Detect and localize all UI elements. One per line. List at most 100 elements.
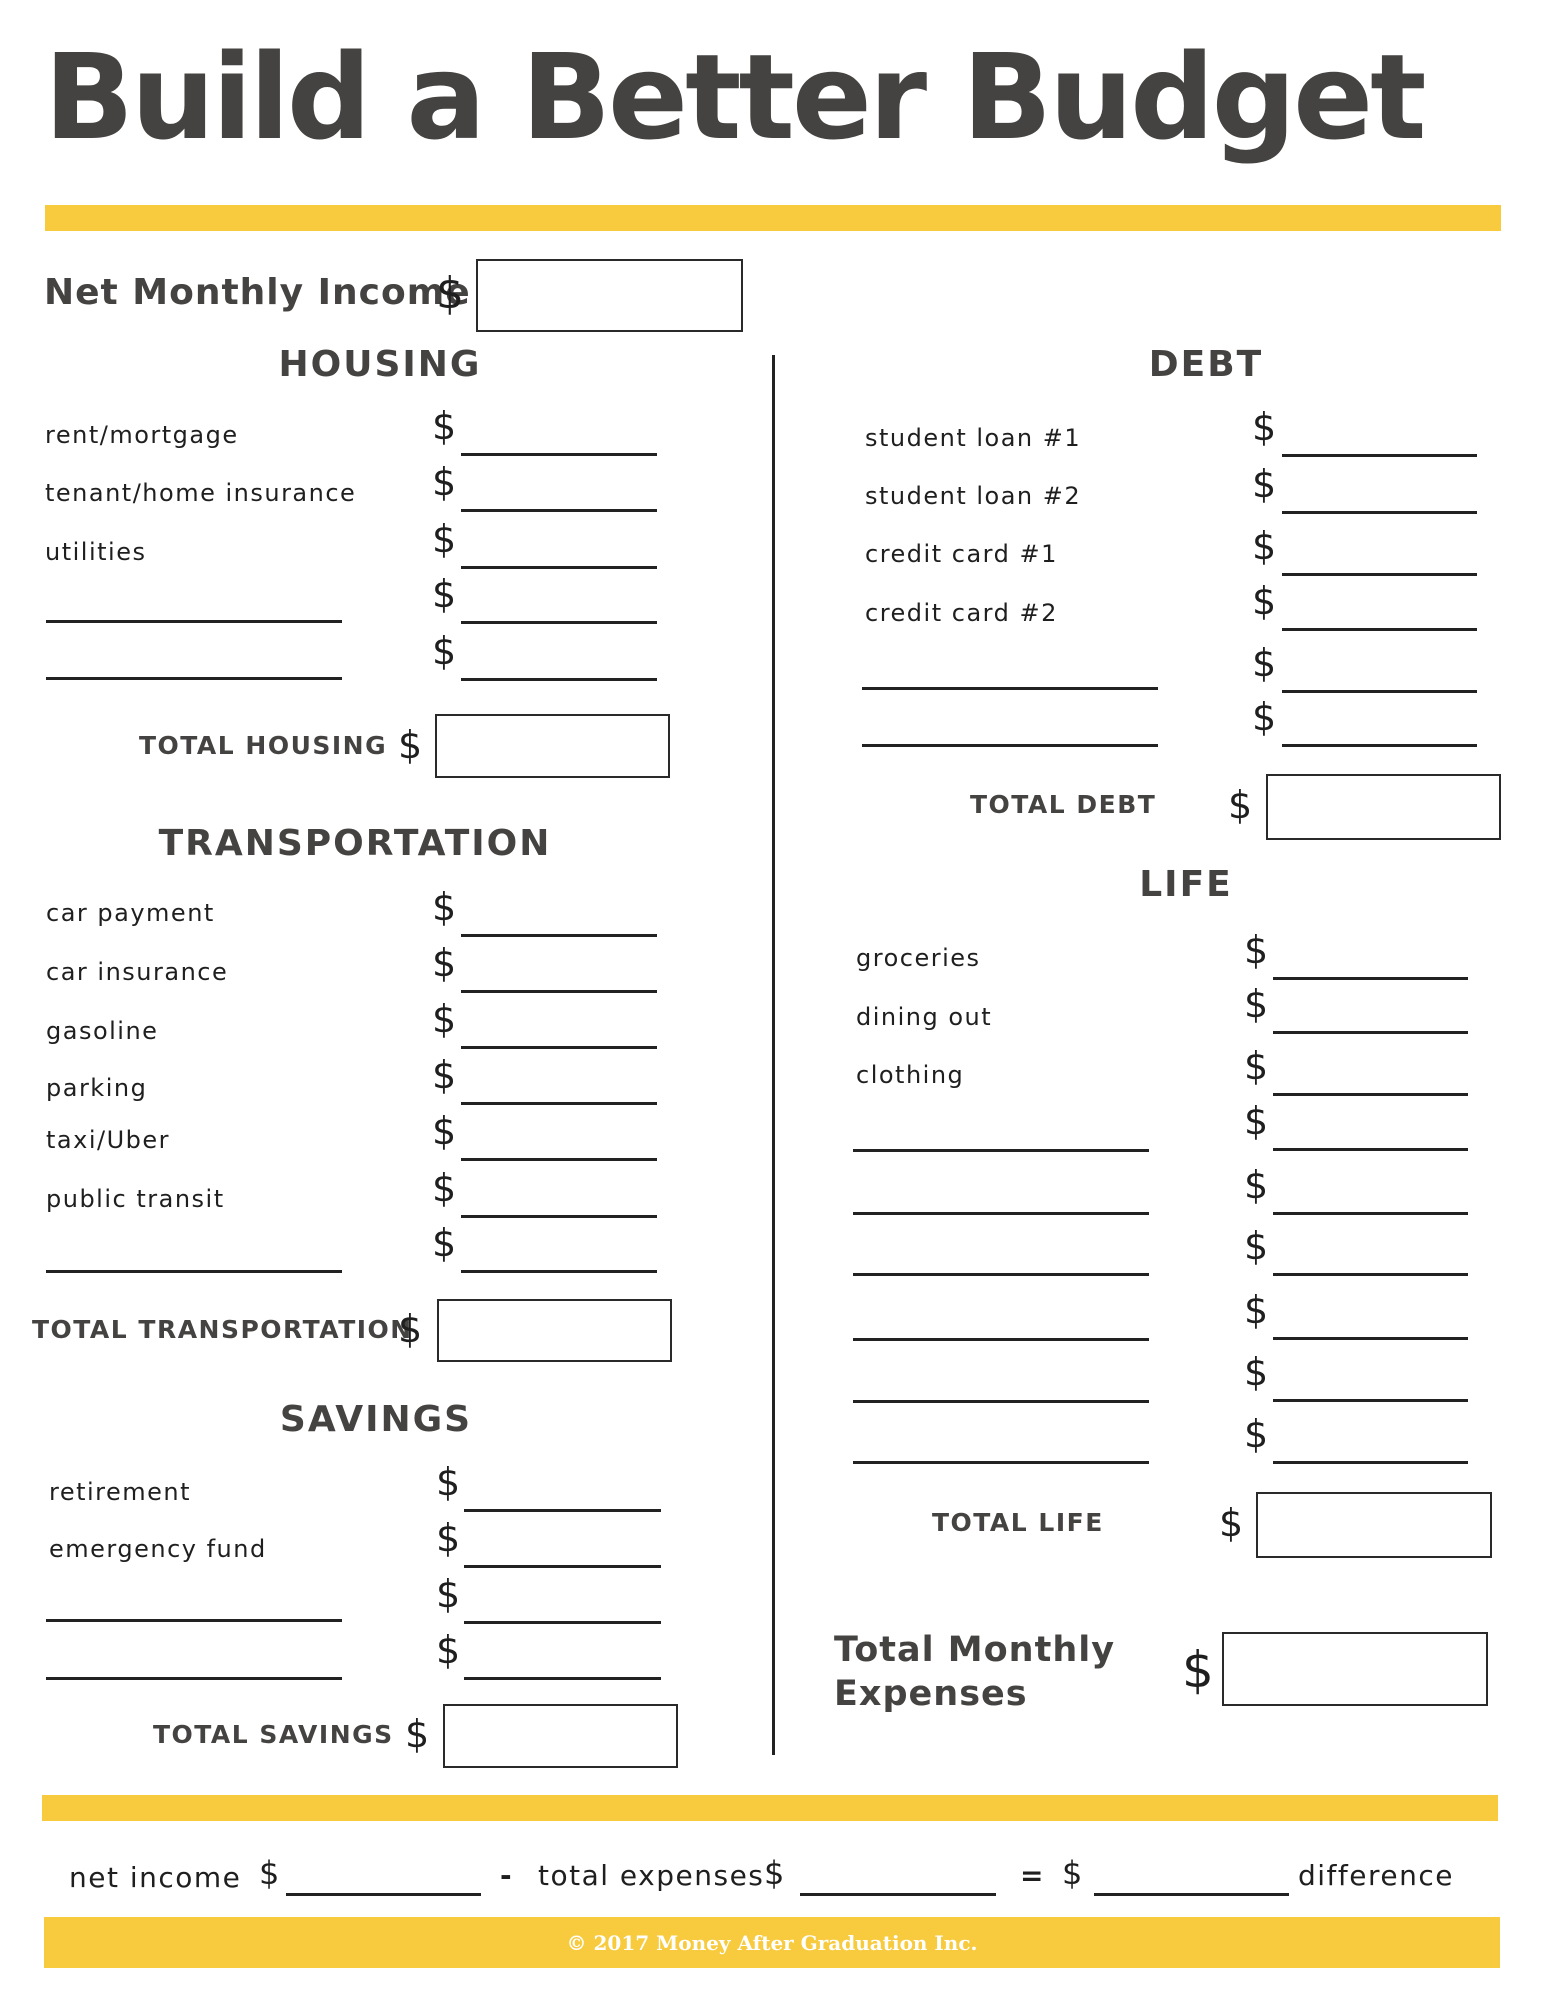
- difference-input[interactable]: [1094, 1893, 1289, 1896]
- life-amount-input[interactable]: [1273, 1461, 1468, 1464]
- savings-amount-input[interactable]: [464, 1565, 661, 1568]
- total-transportation-label: TOTAL TRANSPORTATION: [32, 1315, 413, 1344]
- life-item-label: clothing: [856, 1061, 965, 1089]
- net-monthly-income-label: Net Monthly Income: [44, 272, 471, 313]
- life-amount-input[interactable]: [1273, 977, 1468, 980]
- total-savings-label: TOTAL SAVINGS: [153, 1720, 394, 1749]
- transportation-amount-input[interactable]: [461, 1215, 657, 1218]
- life-amount-input[interactable]: [1273, 1337, 1468, 1340]
- debt-item-label: student loan #1: [865, 424, 1082, 452]
- housing-amount-input[interactable]: [461, 678, 657, 681]
- total-housing-input[interactable]: [435, 714, 670, 778]
- dollar-sign-icon: $: [1244, 1350, 1269, 1394]
- dollar-sign-icon: $: [1244, 1288, 1269, 1332]
- total-monthly-expenses-label: Total Monthly Expenses: [834, 1628, 1115, 1716]
- life-amount-input[interactable]: [1273, 1148, 1468, 1151]
- life-custom-label-input[interactable]: [853, 1400, 1149, 1403]
- housing-item-label: utilities: [45, 538, 147, 566]
- life-custom-label-input[interactable]: [853, 1273, 1149, 1276]
- dollar-sign-icon: $: [1252, 695, 1277, 739]
- total-savings-input[interactable]: [443, 1704, 678, 1768]
- savings-amount-input[interactable]: [464, 1621, 661, 1624]
- total-housing-label: TOTAL HOUSING: [139, 731, 388, 760]
- savings-item-label: retirement: [49, 1478, 192, 1506]
- page-title: Build a Better Budget: [44, 28, 1427, 166]
- housing-item-label: tenant/home insurance: [45, 479, 357, 507]
- transportation-item-label: taxi/Uber: [46, 1126, 171, 1154]
- net-income-input[interactable]: [286, 1893, 481, 1896]
- debt-amount-input[interactable]: [1282, 573, 1477, 576]
- total-transportation-input[interactable]: [437, 1299, 672, 1362]
- life-heading: LIFE: [1139, 864, 1233, 905]
- dollar-sign-icon: $: [432, 1166, 457, 1210]
- dollar-sign-icon: $: [1252, 579, 1277, 623]
- total-expenses-label: total expenses: [538, 1859, 765, 1892]
- dollar-sign-icon: $: [432, 885, 457, 929]
- dollar-sign-icon: $: [436, 268, 464, 319]
- total-life-input[interactable]: [1256, 1492, 1492, 1558]
- transportation-amount-input[interactable]: [461, 990, 657, 993]
- savings-custom-label-input[interactable]: [46, 1619, 342, 1622]
- transportation-amount-input[interactable]: [461, 1046, 657, 1049]
- dollar-sign-icon: $: [1252, 462, 1277, 506]
- life-amount-input[interactable]: [1273, 1399, 1468, 1402]
- transportation-amount-input[interactable]: [461, 934, 657, 937]
- life-amount-input[interactable]: [1273, 1273, 1468, 1276]
- transportation-item-label: car payment: [46, 899, 215, 927]
- life-amount-input[interactable]: [1273, 1093, 1468, 1096]
- difference-label: difference: [1298, 1859, 1454, 1892]
- debt-item-label: credit card #1: [865, 540, 1058, 568]
- life-custom-label-input[interactable]: [853, 1212, 1149, 1215]
- housing-amount-input[interactable]: [461, 509, 657, 512]
- transportation-amount-input[interactable]: [461, 1102, 657, 1105]
- debt-amount-input[interactable]: [1282, 454, 1477, 457]
- savings-amount-input[interactable]: [464, 1509, 661, 1512]
- housing-item-label: rent/mortgage: [45, 421, 239, 449]
- total-expenses-input[interactable]: [800, 1893, 996, 1896]
- transportation-amount-input[interactable]: [461, 1270, 657, 1273]
- debt-amount-input[interactable]: [1282, 628, 1477, 631]
- debt-item-label: credit card #2: [865, 599, 1058, 627]
- dollar-sign-icon: $: [436, 1628, 461, 1672]
- dollar-sign-icon: $: [432, 572, 457, 616]
- dollar-sign-icon: $: [398, 723, 423, 767]
- dollar-sign-icon: $: [432, 1109, 457, 1153]
- life-custom-label-input[interactable]: [853, 1149, 1149, 1152]
- housing-amount-input[interactable]: [461, 566, 657, 569]
- transportation-item-label: parking: [46, 1074, 148, 1102]
- transportation-amount-input[interactable]: [461, 1158, 657, 1161]
- total-debt-input[interactable]: [1266, 774, 1501, 840]
- savings-custom-label-input[interactable]: [46, 1677, 342, 1680]
- dollar-sign-icon: $: [398, 1307, 423, 1351]
- debt-heading: DEBT: [1148, 344, 1264, 385]
- dollar-sign-icon: $: [432, 1053, 457, 1097]
- life-amount-input[interactable]: [1273, 1031, 1468, 1034]
- savings-heading: SAVINGS: [279, 1399, 473, 1440]
- housing-custom-label-input[interactable]: [46, 677, 342, 680]
- debt-amount-input[interactable]: [1282, 511, 1477, 514]
- total-monthly-expenses-input[interactable]: [1222, 1632, 1488, 1706]
- dollar-sign-icon: $: [1252, 524, 1277, 568]
- debt-item-label: student loan #2: [865, 482, 1082, 510]
- debt-amount-input[interactable]: [1282, 744, 1477, 747]
- dollar-sign-icon: $: [432, 1221, 457, 1265]
- housing-amount-input[interactable]: [461, 453, 657, 456]
- savings-amount-input[interactable]: [464, 1677, 661, 1680]
- housing-amount-input[interactable]: [461, 621, 657, 624]
- life-custom-label-input[interactable]: [853, 1461, 1149, 1464]
- transportation-heading: TRANSPORTATION: [158, 823, 552, 864]
- debt-amount-input[interactable]: [1282, 690, 1477, 693]
- life-amount-input[interactable]: [1273, 1212, 1468, 1215]
- debt-custom-label-input[interactable]: [862, 687, 1158, 690]
- housing-custom-label-input[interactable]: [46, 620, 342, 623]
- net-monthly-income-input[interactable]: [476, 259, 743, 332]
- debt-custom-label-input[interactable]: [862, 744, 1158, 747]
- savings-item-label: emergency fund: [49, 1535, 267, 1563]
- transportation-custom-label-input[interactable]: [46, 1270, 342, 1273]
- dollar-sign-icon: $: [1252, 641, 1277, 685]
- dollar-sign-icon: $: [1244, 1099, 1269, 1143]
- dollar-sign-icon: $: [432, 460, 457, 504]
- dollar-sign-icon: $: [1182, 1641, 1214, 1699]
- dollar-sign-icon: $: [1244, 1163, 1269, 1207]
- life-custom-label-input[interactable]: [853, 1338, 1149, 1341]
